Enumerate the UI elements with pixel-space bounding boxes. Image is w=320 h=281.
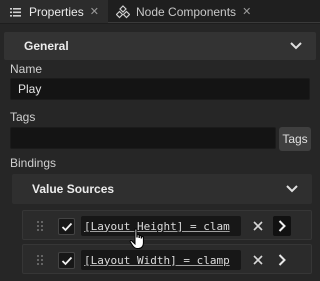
expression-field[interactable]: [Layout Height] = clam: [81, 216, 241, 236]
tags-button[interactable]: Tags: [279, 127, 311, 151]
tab-bar: Properties ✕ Node Components ✕: [0, 0, 320, 23]
bindings-label: Bindings: [10, 156, 57, 170]
chevron-right-icon[interactable]: [273, 216, 291, 236]
chevron-down-icon[interactable]: [288, 38, 304, 54]
close-icon[interactable]: ✕: [90, 5, 99, 18]
drag-handle-icon[interactable]: [36, 220, 44, 232]
chevron-down-icon[interactable]: [284, 181, 300, 197]
nodes-icon: [116, 4, 130, 19]
properties-panel: General Name Play Tags Tags Bindings Val…: [0, 24, 320, 281]
tags-field[interactable]: [10, 127, 276, 149]
enabled-checkbox[interactable]: [58, 218, 75, 235]
general-section-header[interactable]: General: [4, 32, 316, 60]
section-title: General: [24, 39, 69, 53]
list-item: [Layout Height] = clam: [22, 210, 312, 240]
tags-label: Tags: [10, 110, 36, 124]
close-icon[interactable]: ✕: [242, 5, 251, 18]
name-label: Name: [10, 62, 43, 76]
value-sources-header[interactable]: Value Sources: [12, 174, 312, 204]
list-icon: [9, 5, 23, 19]
tab-properties-label: Properties: [29, 4, 84, 19]
enabled-checkbox[interactable]: [58, 252, 75, 269]
tab-node-components[interactable]: Node Components ✕: [110, 0, 260, 23]
drag-handle-icon[interactable]: [36, 254, 44, 266]
expression-text: [Layout Width] = clamp: [84, 253, 230, 267]
section-title: Value Sources: [32, 182, 115, 196]
tab-properties[interactable]: Properties ✕: [0, 0, 108, 23]
remove-icon[interactable]: [250, 252, 266, 268]
expression-text: [Layout Height] = clam: [84, 219, 230, 233]
chevron-right-icon[interactable]: [273, 250, 291, 270]
remove-icon[interactable]: [250, 218, 266, 234]
name-field[interactable]: Play: [10, 78, 310, 100]
list-item: [Layout Width] = clamp: [22, 244, 312, 274]
expression-field[interactable]: [Layout Width] = clamp: [81, 250, 241, 270]
tab-node-components-label: Node Components: [136, 4, 237, 19]
